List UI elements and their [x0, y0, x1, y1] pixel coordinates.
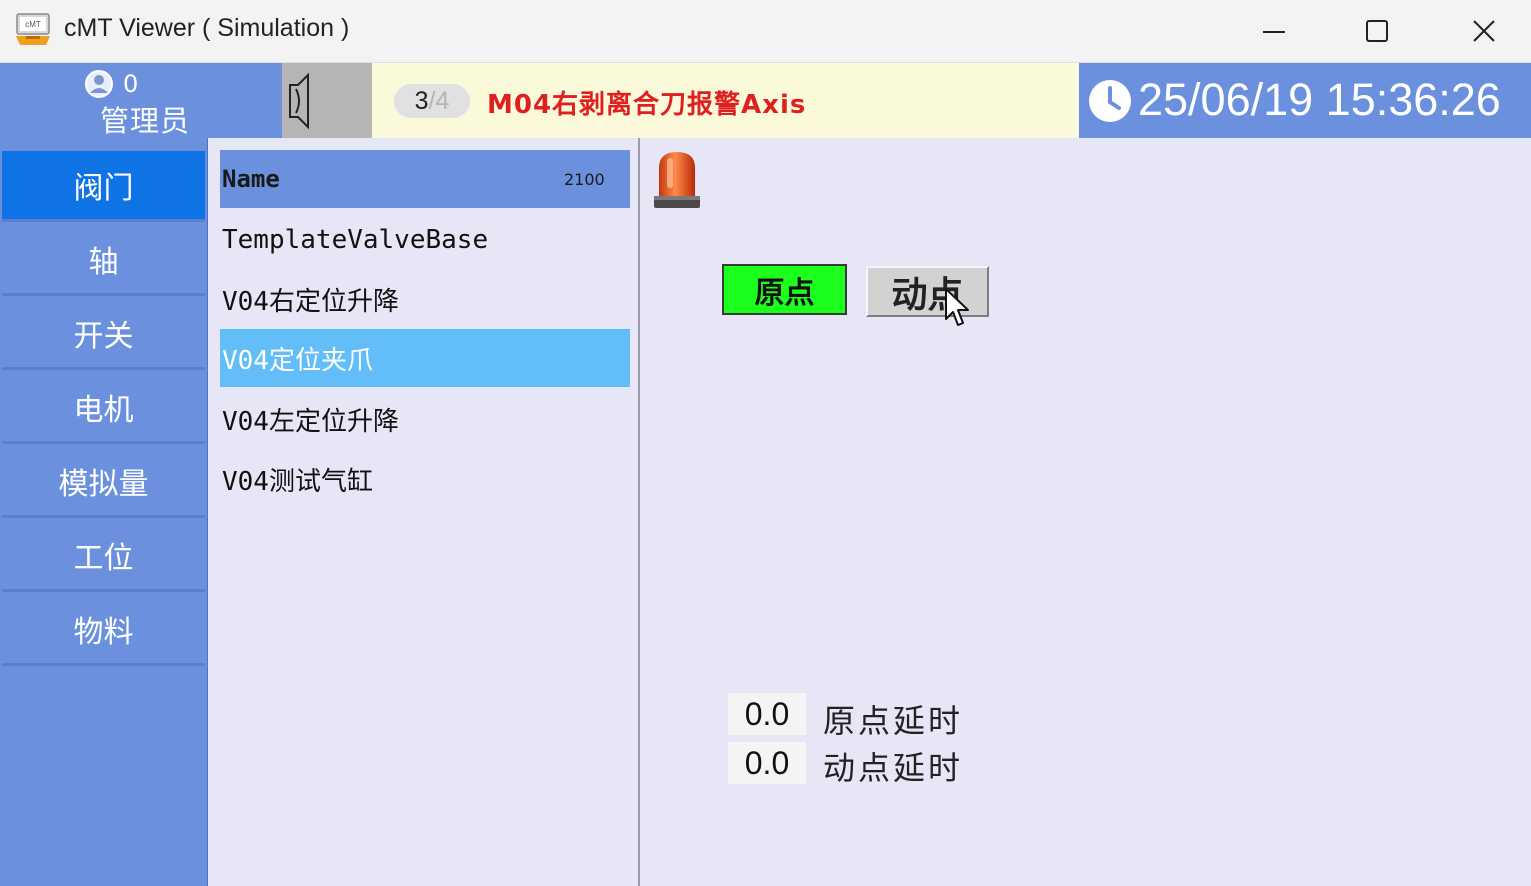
sidebar-item-valve[interactable]: 阀门	[2, 151, 205, 222]
sidebar-item-axis[interactable]: 轴	[2, 225, 205, 296]
category-sidebar: 阀门 轴 开关 电机 模拟量 工位 物料	[0, 138, 208, 886]
sidebar-item-motor[interactable]: 电机	[2, 373, 205, 444]
alarm-counter: 3 / 4	[394, 84, 470, 118]
alarm-total: 4	[435, 86, 450, 115]
sidebar-item-switch[interactable]: 开关	[2, 299, 205, 370]
sidebar-item-material[interactable]: 物料	[2, 595, 205, 666]
close-icon	[1473, 20, 1495, 42]
work-delay-value[interactable]: 0.0	[728, 742, 806, 784]
work-delay-label: 动点延时	[823, 749, 964, 787]
list-item[interactable]: TemplateValveBase	[220, 211, 630, 269]
home-delay-label: 原点延时	[823, 702, 964, 740]
sidebar-item-analog[interactable]: 模拟量	[2, 447, 205, 518]
list-item[interactable]: V04右定位升降	[220, 270, 630, 328]
cmt-app-icon: cMT	[16, 13, 50, 45]
title-bar: cMT cMT Viewer ( Simulation )	[0, 0, 1531, 63]
mouse-cursor-icon	[945, 288, 969, 326]
alarm-separator: /	[428, 86, 436, 115]
clock-icon	[1089, 80, 1131, 122]
user-role: 管理员	[100, 104, 191, 138]
list-item-selected[interactable]: V04定位夹爪	[220, 329, 630, 387]
minimize-icon	[1263, 31, 1285, 33]
window-title: cMT Viewer ( Simulation )	[64, 14, 350, 42]
speaker-button[interactable]	[282, 63, 372, 138]
list-item[interactable]: V04测试气缸	[220, 450, 630, 508]
user-icon	[85, 70, 113, 98]
panel-divider	[638, 138, 640, 886]
speaker-icon	[289, 72, 309, 130]
maximize-icon	[1366, 20, 1388, 42]
alarm-current: 3	[414, 86, 429, 115]
close-button[interactable]	[1454, 10, 1514, 52]
minimize-button[interactable]	[1244, 10, 1304, 52]
svg-text:cMT: cMT	[25, 20, 41, 29]
datetime-display: 25/06/19 15:36:26	[1138, 74, 1501, 125]
home-delay-value[interactable]: 0.0	[728, 693, 806, 735]
user-count: 0	[123, 70, 139, 98]
alarm-message: M04右剥离合刀报警Axis	[487, 90, 807, 120]
alarm-beacon-icon	[654, 152, 700, 208]
maximize-button[interactable]	[1347, 10, 1407, 52]
home-position-button[interactable]: 原点	[722, 264, 847, 315]
list-header-count: 2100	[564, 170, 605, 189]
list-header-name: Name	[222, 165, 280, 193]
list-item[interactable]: V04左定位升降	[220, 390, 630, 448]
sidebar-item-station[interactable]: 工位	[2, 521, 205, 592]
